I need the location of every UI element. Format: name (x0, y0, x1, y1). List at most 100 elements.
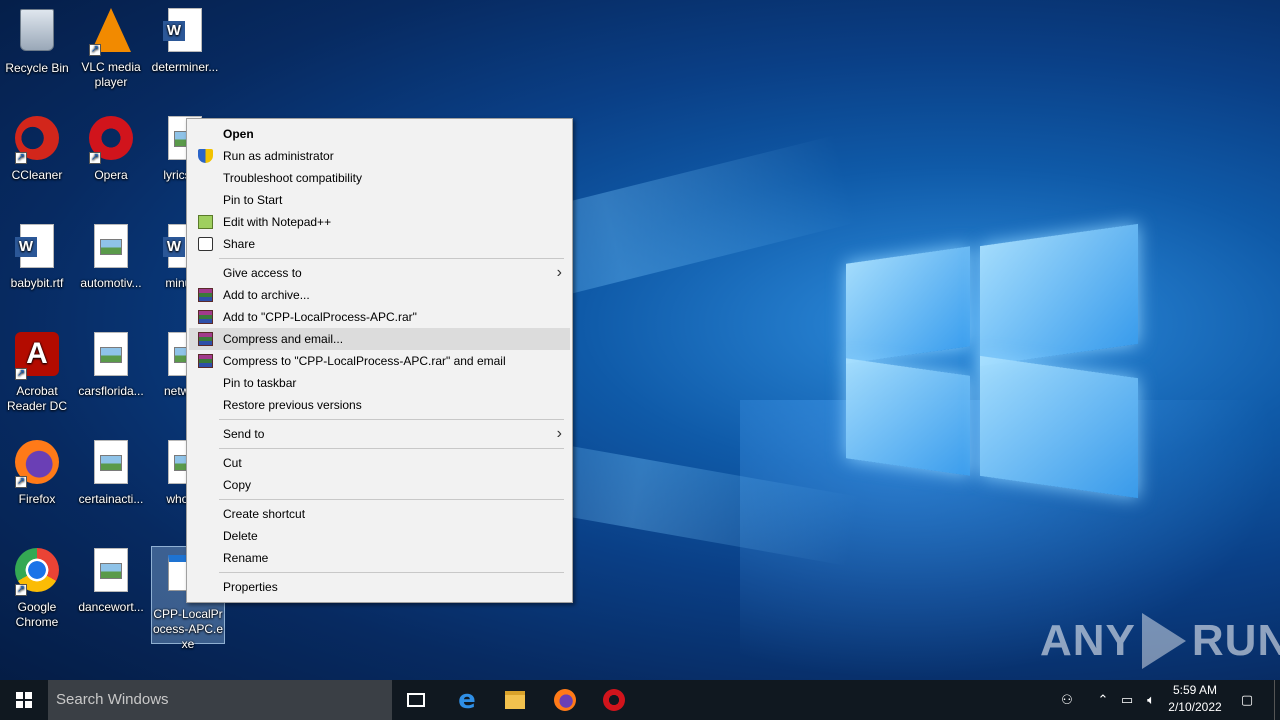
menu-item-edit-with-notepadpp[interactable]: Edit with Notepad++ (189, 211, 570, 233)
desktop-icon-firefox[interactable]: ↗ Firefox (0, 438, 74, 507)
firefox-icon (554, 689, 576, 711)
menu-separator (219, 258, 564, 259)
desktop-icon-label: certainacti... (78, 492, 144, 506)
uac-shield-icon (198, 149, 213, 163)
menu-item-label: Run as administrator (223, 149, 334, 163)
desktop-icon-certainacti[interactable]: certainacti... (74, 438, 148, 507)
desktop-icon-ccleaner[interactable]: ↗ CCleaner (0, 114, 74, 183)
menu-item-rename[interactable]: Rename (189, 547, 570, 569)
opera-icon (603, 689, 625, 711)
menu-item-label: Edit with Notepad++ (223, 215, 332, 229)
menu-item-send-to[interactable]: Send to › (189, 423, 570, 445)
task-view-button[interactable] (392, 680, 440, 720)
menu-item-label: Troubleshoot compatibility (223, 171, 362, 185)
image-document-icon (94, 440, 128, 484)
desktop-icon-vlc[interactable]: ↗ VLC media player (74, 6, 148, 90)
edge-icon: e (458, 685, 476, 715)
menu-item-restore-previous-versions[interactable]: Restore previous versions (189, 394, 570, 416)
watermark-text-right: RUN (1191, 616, 1280, 665)
recycle-bin-icon (20, 9, 54, 51)
menu-item-delete[interactable]: Delete (189, 525, 570, 547)
desktop-icon-label: Opera (94, 168, 128, 182)
menu-item-label: Share (223, 237, 256, 251)
menu-item-share[interactable]: Share (189, 233, 570, 255)
desktop-icon-chrome[interactable]: ↗ Google Chrome (0, 546, 74, 630)
notepadpp-icon (198, 215, 213, 229)
desktop-icon-determiner[interactable]: W determiner... (148, 6, 222, 75)
menu-item-label: Copy (223, 478, 252, 492)
menu-item-label: Restore previous versions (223, 398, 362, 412)
taskbar-clock[interactable]: 5:59 AM 2/10/2022 (1160, 682, 1230, 716)
desktop-icon-recycle-bin[interactable]: Recycle Bin (0, 6, 74, 76)
shortcut-arrow-icon: ↗ (89, 152, 101, 164)
menu-item-add-to-rar[interactable]: Add to "CPP-LocalProcess-APC.rar" (189, 306, 570, 328)
menu-item-label: Pin to Start (223, 193, 283, 207)
menu-item-copy[interactable]: Copy (189, 474, 570, 496)
menu-item-properties[interactable]: Properties (189, 576, 570, 598)
desktop-icon-automotiv[interactable]: automotiv... (74, 222, 148, 291)
shortcut-arrow-icon: ↗ (15, 368, 27, 380)
desktop-icon-label: Recycle Bin (5, 61, 69, 75)
desktop-icon-dancewort[interactable]: dancewort... (74, 546, 148, 615)
image-document-icon (94, 548, 128, 592)
play-icon (1141, 613, 1186, 669)
menu-item-open[interactable]: Open (189, 123, 570, 145)
menu-item-label: Open (223, 127, 254, 141)
menu-item-pin-to-taskbar[interactable]: Pin to taskbar (189, 372, 570, 394)
desktop-icon-label: dancewort... (78, 600, 144, 614)
menu-item-pin-to-start[interactable]: Pin to Start (189, 189, 570, 211)
taskbar: Search Windows e ⚇ ⌃ ▭ 🔈︎ 5:59 AM 2/10/2… (0, 680, 1280, 720)
desktop-icon-acrobat[interactable]: A ↗ Acrobat Reader DC (0, 330, 74, 414)
chevron-up-icon[interactable]: ⌃ (1092, 680, 1114, 720)
network-icon[interactable]: ▭ (1116, 680, 1138, 720)
winrar-icon (198, 288, 213, 302)
menu-item-label: Create shortcut (223, 507, 306, 521)
desktop-icon-opera[interactable]: ↗ Opera (74, 114, 148, 183)
menu-item-label: Delete (223, 529, 258, 543)
desktop-icon-carsflorida[interactable]: carsflorida... (74, 330, 148, 399)
taskbar-opera-button[interactable] (590, 680, 638, 720)
menu-item-label: Cut (223, 456, 242, 470)
shortcut-arrow-icon: ↗ (15, 152, 27, 164)
windows-logo-wallpaper (842, 215, 1142, 515)
context-menu: Open Run as administrator Troubleshoot c… (186, 118, 573, 603)
taskbar-edge-button[interactable]: e (443, 680, 491, 720)
desktop-icon-label: Firefox (18, 492, 56, 506)
shortcut-arrow-icon: ↗ (89, 44, 101, 56)
taskbar-file-explorer-button[interactable] (491, 680, 539, 720)
show-desktop-button[interactable] (1274, 680, 1275, 720)
desktop-icon-label: automotiv... (80, 276, 142, 290)
menu-item-label: Add to "CPP-LocalProcess-APC.rar" (223, 310, 417, 324)
menu-item-compress-to-rar-and-email[interactable]: Compress to "CPP-LocalProcess-APC.rar" a… (189, 350, 570, 372)
word-document-icon: W (163, 8, 202, 52)
desktop-icon-label: Acrobat Reader DC (6, 384, 68, 413)
folder-icon (505, 691, 525, 709)
menu-item-create-shortcut[interactable]: Create shortcut (189, 503, 570, 525)
menu-item-label: Compress and email... (223, 332, 344, 346)
desktop-icon-label: CCleaner (11, 168, 63, 182)
chevron-right-icon: › (556, 425, 562, 442)
menu-item-give-access-to[interactable]: Give access to › (189, 262, 570, 284)
search-placeholder: Search Windows (56, 691, 169, 708)
task-view-icon (407, 693, 425, 707)
taskbar-firefox-button[interactable] (541, 680, 589, 720)
menu-item-label: Properties (223, 580, 278, 594)
desktop-icon-babybit[interactable]: W babybit.rtf (0, 222, 74, 291)
menu-item-add-to-archive[interactable]: Add to archive... (189, 284, 570, 306)
menu-item-troubleshoot-compatibility[interactable]: Troubleshoot compatibility (189, 167, 570, 189)
action-center-icon[interactable]: ▢ (1236, 680, 1258, 720)
desktop-icon-label: determiner... (151, 60, 219, 74)
menu-item-cut[interactable]: Cut (189, 452, 570, 474)
menu-item-label: Pin to taskbar (223, 376, 297, 390)
taskbar-search-box[interactable]: Search Windows (48, 680, 392, 720)
people-icon[interactable]: ⚇ (1054, 680, 1080, 720)
desktop-icon-label: VLC media player (81, 60, 141, 89)
menu-separator (219, 499, 564, 500)
chevron-right-icon: › (556, 264, 562, 281)
menu-item-run-as-administrator[interactable]: Run as administrator (189, 145, 570, 167)
start-button[interactable] (0, 680, 48, 720)
menu-item-compress-and-email[interactable]: Compress and email... (189, 328, 570, 350)
menu-item-label: Give access to (223, 266, 302, 280)
volume-icon[interactable]: 🔈︎ (1140, 680, 1162, 720)
clock-time: 5:59 AM (1172, 683, 1218, 697)
